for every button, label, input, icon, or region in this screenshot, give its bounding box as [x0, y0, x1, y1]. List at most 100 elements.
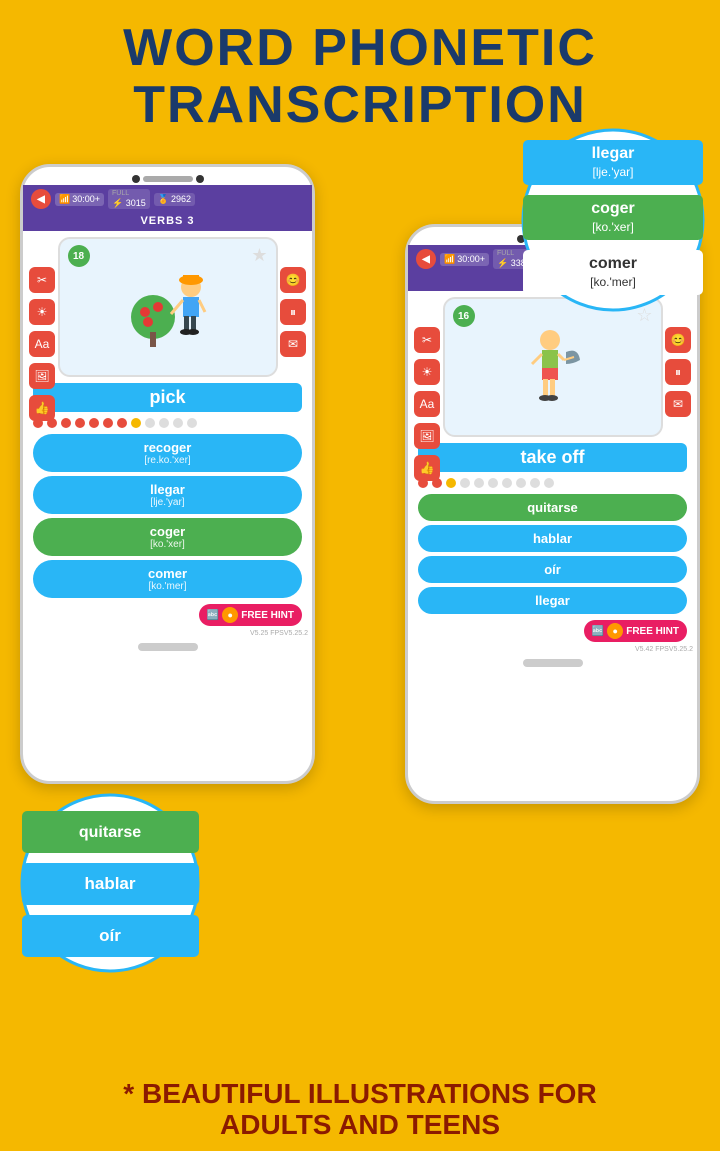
answer-right-2[interactable]: hablar: [418, 525, 687, 552]
mail-btn-rr[interactable]: ✉: [665, 391, 691, 417]
scissors-btn[interactable]: ✂: [29, 267, 55, 293]
svg-text:[lje.'yar]: [lje.'yar]: [593, 165, 634, 179]
hint-button-right[interactable]: 🔤 ● FREE HINT: [584, 620, 687, 642]
card-badge-left: 18: [68, 245, 90, 267]
title-line1: WORD PHONETIC: [0, 20, 720, 77]
image-btn-r[interactable]: 🖼: [414, 423, 440, 449]
card-area-left: 18 ★: [23, 231, 312, 383]
dot-5: [89, 418, 99, 428]
card-image-right: [508, 320, 598, 415]
status-xp-left: FULL ⚡ 3015: [108, 189, 150, 209]
fps-left: V5.25 FPS V5.25.2: [23, 630, 312, 639]
word-label-left: pick: [33, 383, 302, 412]
scissors-btn-r[interactable]: ✂: [414, 327, 440, 353]
answer-left-3[interactable]: coger [ko.'xer]: [33, 518, 302, 556]
bottom-text-line1: * BEAUTIFUL ILLUSTRATIONS FOR: [20, 1079, 700, 1110]
lightning-icon-left: ⚡ 3015: [112, 199, 146, 208]
dot-r7: [502, 478, 512, 488]
bubble-circle-group-right: llegar [lje.'yar] coger [ko.'xer] comer …: [518, 120, 708, 320]
pause-btn-r[interactable]: ⏸: [280, 299, 306, 325]
wifi-icon-right: 📶: [444, 254, 455, 265]
dot-r4: [460, 478, 470, 488]
phone-left-status: ◀ 📶 30:00+ FULL ⚡ 3015 🏅 2962: [23, 185, 312, 213]
speaker-left: [143, 176, 193, 182]
wifi-icon-left: 📶: [59, 194, 70, 205]
svg-text:comer: comer: [589, 255, 637, 272]
timer-right: 30:00+: [457, 254, 485, 264]
bottom-text: * BEAUTIFUL ILLUSTRATIONS FOR ADULTS AND…: [0, 1079, 720, 1141]
hint-coin-right: ●: [607, 623, 623, 639]
side-buttons-left: ✂ ☀ Aa 🖼 👍: [29, 267, 55, 421]
font-btn-r[interactable]: Aa: [414, 391, 440, 417]
bottom-text-line2: ADULTS AND TEENS: [20, 1110, 700, 1141]
coins-left: 2962: [171, 194, 191, 204]
back-button-right[interactable]: ◀: [416, 249, 436, 269]
svg-text:[ko.'xer]: [ko.'xer]: [592, 220, 634, 234]
answer-left-4[interactable]: comer [ko.'mer]: [33, 560, 302, 598]
dot-7: [117, 418, 127, 428]
mail-btn-r[interactable]: ✉: [280, 331, 306, 357]
answer-right-3[interactable]: oír: [418, 556, 687, 583]
font-btn[interactable]: Aa: [29, 331, 55, 357]
card-star-left[interactable]: ★: [251, 245, 267, 266]
pick-illustration: [123, 262, 213, 352]
header-title: WORD PHONETIC TRANSCRIPTION: [0, 0, 720, 134]
answers-right: quitarse hablar oír llegar: [408, 492, 697, 616]
phone-left: ◀ 📶 30:00+ FULL ⚡ 3015 🏅 2962 VERBS 3 ✂ …: [20, 164, 315, 784]
dot-r8: [516, 478, 526, 488]
dot-r6: [488, 478, 498, 488]
face-btn-r[interactable]: 😊: [280, 267, 306, 293]
dot-r3: [446, 478, 456, 488]
hint-button-left[interactable]: 🔤 ● FREE HINT: [199, 604, 302, 626]
hint-bar-left: 🔤 ● FREE HINT: [23, 600, 312, 630]
like-btn[interactable]: 👍: [29, 395, 55, 421]
answer-right-1[interactable]: quitarse: [418, 494, 687, 521]
like-btn-r[interactable]: 👍: [414, 455, 440, 481]
home-button-right[interactable]: [523, 659, 583, 667]
answer-left-1[interactable]: recoger [re.ko.'xer]: [33, 434, 302, 472]
flash-card-left: 18 ★: [58, 237, 278, 377]
camera-dot-left2: [196, 175, 204, 183]
dot-r9: [530, 478, 540, 488]
hint-bar-right: 🔤 ● FREE HINT: [408, 616, 697, 646]
svg-text:[ko.'mer]: [ko.'mer]: [590, 275, 636, 289]
xp-label-left: FULL: [112, 190, 129, 197]
svg-text:quitarse: quitarse: [79, 824, 141, 841]
verbs-label-left: VERBS 3: [23, 213, 312, 231]
camera-dot-left: [132, 175, 140, 183]
card-badge-right: 16: [453, 305, 475, 327]
xp-label-right: FULL: [497, 250, 514, 257]
back-button-left[interactable]: ◀: [31, 189, 51, 209]
status-coins-left: 🏅 2962: [154, 193, 195, 206]
pause-btn-rr[interactable]: ⏸: [665, 359, 691, 385]
bubble-circle-group-left: quitarse hablar oír: [18, 791, 203, 976]
side-buttons-right: 😊 ⏸ ✉: [280, 267, 306, 357]
bubbles-left-svg: quitarse hablar oír: [18, 791, 203, 976]
answers-left: recoger [re.ko.'xer] llegar [lje.'yar] c…: [23, 432, 312, 600]
dot-6: [103, 418, 113, 428]
dot-4: [75, 418, 85, 428]
answer-left-2[interactable]: llegar [lje.'yar]: [33, 476, 302, 514]
status-wifi-right: 📶 30:00+: [440, 253, 489, 266]
takeoff-illustration: [508, 322, 598, 412]
hint-coin-left: ●: [222, 607, 238, 623]
dot-12: [187, 418, 197, 428]
svg-text:llegar: llegar: [592, 145, 635, 162]
image-btn[interactable]: 🖼: [29, 363, 55, 389]
dot-9: [145, 418, 155, 428]
svg-text:coger: coger: [591, 200, 635, 217]
dot-11: [173, 418, 183, 428]
home-button-left[interactable]: [138, 643, 198, 651]
answer-right-4[interactable]: llegar: [418, 587, 687, 614]
svg-text:hablar: hablar: [84, 874, 135, 893]
bubbles-right-svg: llegar [lje.'yar] coger [ko.'xer] comer …: [518, 120, 708, 320]
progress-dots-right: [408, 476, 697, 492]
dot-r10: [544, 478, 554, 488]
sun-btn[interactable]: ☀: [29, 299, 55, 325]
sun-btn-r[interactable]: ☀: [414, 359, 440, 385]
status-wifi-left: 📶 30:00+: [55, 193, 104, 206]
dot-3: [61, 418, 71, 428]
face-btn-rr[interactable]: 😊: [665, 327, 691, 353]
word-label-right: take off: [418, 443, 687, 472]
svg-text:oír: oír: [99, 926, 121, 945]
